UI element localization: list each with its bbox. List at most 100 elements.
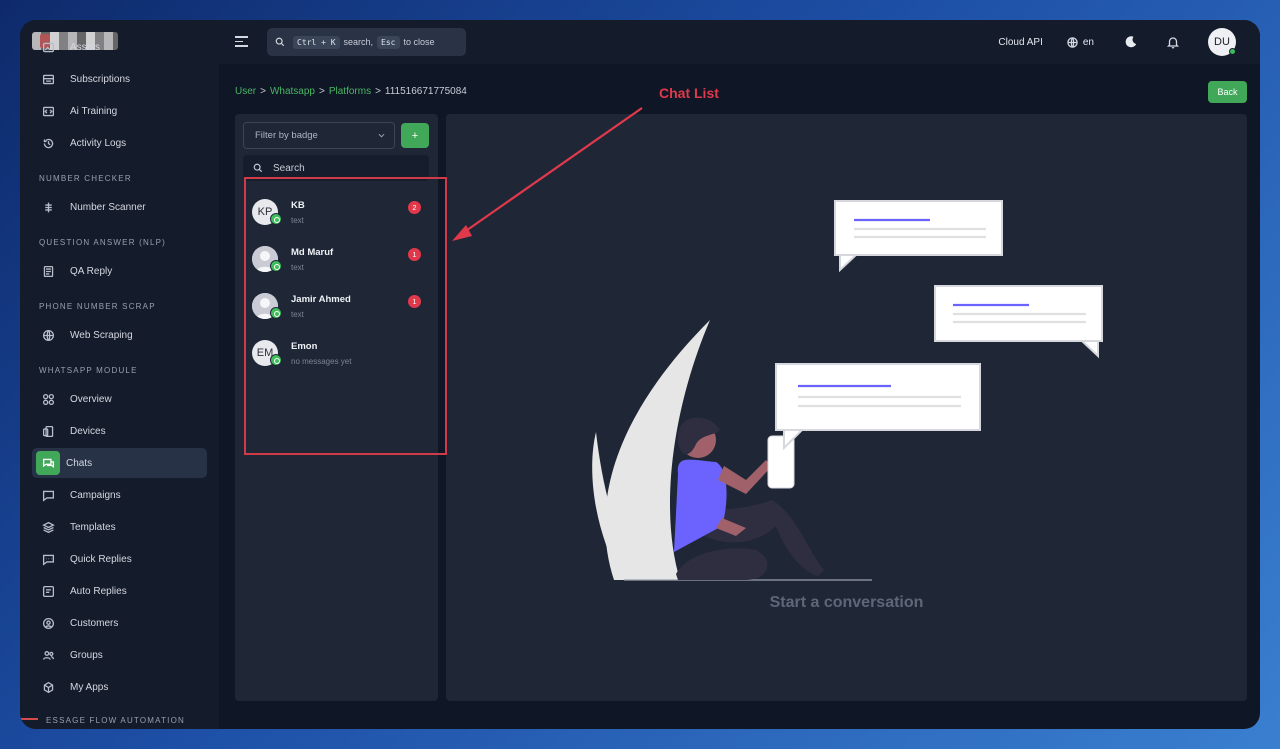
sidebar-item-subscriptions[interactable]: Subscriptions	[32, 64, 207, 94]
globe-icon	[40, 327, 56, 343]
code-icon	[40, 103, 56, 119]
chat-list-item[interactable]: EM Emon no messages yet	[243, 327, 429, 374]
sidebar-item-label: Assets	[70, 41, 101, 53]
laravel-icon	[20, 717, 38, 724]
sidebar-item-label: Web Scraping	[70, 329, 133, 341]
section-message-flow-automation: ESSAGE FLOW AUTOMATION	[20, 716, 185, 725]
sidebar-item-campaigns[interactable]: Campaigns	[32, 480, 207, 510]
cloud-api-link[interactable]: Cloud API	[998, 37, 1042, 48]
chat-list-item[interactable]: KP KB text 2	[243, 186, 429, 233]
chat-list-item[interactable]: Md Maruf text 1	[243, 233, 429, 280]
topbar-actions: Cloud API en DU	[998, 20, 1260, 64]
sidebar-item-customers[interactable]: Customers	[32, 608, 207, 638]
sidebar-item-my-apps[interactable]: My Apps	[32, 672, 207, 702]
image-icon	[40, 39, 56, 55]
shortcut-key: Esc	[377, 35, 400, 49]
language-label: en	[1082, 36, 1094, 48]
chats-icon	[36, 451, 60, 475]
sidebar-item-label: Overview	[70, 393, 112, 405]
history-icon	[40, 135, 56, 151]
sidebar-item-ai-training[interactable]: Ai Training	[32, 96, 207, 126]
start-conversation-text: Start a conversation	[769, 594, 924, 611]
chat-list-annotation-label: Chat List	[659, 85, 719, 101]
layers-icon	[40, 519, 56, 535]
scanner-icon	[40, 199, 56, 215]
contact-name: Jamir Ahmed	[291, 294, 351, 305]
sidebar-item-groups[interactable]: Groups	[32, 640, 207, 670]
breadcrumb-whatsapp[interactable]: Whatsapp	[270, 86, 315, 97]
sidebar-item-label: Subscriptions	[70, 73, 131, 85]
chat-search-field[interactable]	[243, 155, 429, 181]
sidebar-item-quick-replies[interactable]: Quick Replies	[32, 544, 207, 574]
breadcrumb-user[interactable]: User	[235, 86, 256, 97]
filter-by-badge-select[interactable]: Filter by badge	[243, 122, 395, 149]
section-whatsapp-module: WHATSAPP MODULE	[39, 365, 138, 375]
campaign-icon	[40, 487, 56, 503]
globe-icon	[1067, 36, 1078, 48]
conversation-panel: Start a conversation	[446, 114, 1247, 701]
app-window: Assets Subscriptions Ai Training Activit…	[20, 20, 1260, 729]
sidebar-item-label: Chats	[66, 457, 93, 469]
breadcrumb-current: 111516671775084	[384, 86, 467, 97]
search-icon	[253, 163, 263, 173]
last-message-preview: text	[291, 216, 304, 225]
chat-list: KP KB text 2 Md Maruf text 1 Jamir Ahmed…	[243, 186, 429, 374]
breadcrumb: User > Whatsapp > Platforms >111516671775084	[235, 86, 467, 97]
document-icon	[40, 263, 56, 279]
last-message-preview: text	[291, 310, 304, 319]
sidebar-item-qa-reply[interactable]: QA Reply	[32, 256, 207, 286]
sidebar-item-activity-logs[interactable]: Activity Logs	[32, 128, 207, 158]
sidebar-item-templates[interactable]: Templates	[32, 512, 207, 542]
devices-icon	[40, 423, 56, 439]
section-number-checker: NUMBER CHECKER	[39, 173, 132, 183]
whatsapp-icon	[270, 260, 282, 272]
sidebar-item-label: Customers	[70, 617, 119, 629]
user-avatar[interactable]: DU	[1208, 28, 1236, 56]
sidebar-item-assets[interactable]: Assets	[32, 32, 207, 62]
sidebar-item-devices[interactable]: Devices	[32, 416, 207, 446]
breadcrumb-platforms[interactable]: Platforms	[329, 86, 371, 97]
online-status-dot	[1229, 48, 1236, 55]
sidebar-item-chats[interactable]: Chats	[32, 448, 207, 478]
sidebar-item-label: QA Reply	[70, 265, 113, 277]
contact-name: Emon	[291, 341, 318, 352]
quick-reply-icon	[40, 551, 56, 567]
sidebar-nav: Assets Subscriptions Ai Training Activit…	[20, 42, 219, 704]
sidebar-item-label: Quick Replies	[70, 553, 132, 565]
back-button[interactable]: Back	[1208, 81, 1247, 103]
sidebar-item-label: Groups	[70, 649, 103, 661]
empty-conversation-illustration	[592, 200, 1103, 581]
apps-icon	[40, 679, 56, 695]
users-icon	[40, 647, 56, 663]
user-circle-icon	[40, 615, 56, 631]
search-hint: to close	[403, 37, 435, 47]
sidebar-item-overview[interactable]: Overview	[32, 384, 207, 414]
chat-list-panel: Filter by badge + KP KB text 2 Md Maruf	[235, 114, 438, 701]
whatsapp-icon	[270, 213, 282, 225]
add-chat-button[interactable]: +	[401, 123, 429, 148]
sidebar-item-auto-replies[interactable]: Auto Replies	[32, 576, 207, 606]
whatsapp-icon	[270, 354, 282, 366]
last-message-preview: no messages yet	[291, 357, 352, 366]
sidebar-item-web-scraping[interactable]: Web Scraping	[32, 320, 207, 350]
global-search-button[interactable]: Ctrl + K search, Esc to close	[267, 28, 466, 56]
search-icon	[275, 37, 285, 47]
sidebar: Assets Subscriptions Ai Training Activit…	[20, 20, 219, 729]
topbar: Ctrl + K search, Esc to close Cloud API …	[219, 20, 1260, 64]
sidebar-item-number-scanner[interactable]: Number Scanner	[32, 192, 207, 222]
menu-toggle-icon[interactable]	[235, 36, 248, 47]
last-message-preview: text	[291, 263, 304, 272]
sidebar-item-label: My Apps	[70, 681, 109, 693]
notification-bell-icon[interactable]	[1166, 35, 1180, 49]
search-hint: search,	[343, 37, 374, 47]
dark-mode-icon[interactable]	[1124, 35, 1138, 49]
unread-badge: 2	[408, 201, 421, 214]
language-selector[interactable]: en	[1067, 37, 1094, 48]
chat-list-item[interactable]: Jamir Ahmed text 1	[243, 280, 429, 327]
contact-name: Md Maruf	[291, 247, 334, 258]
subscriptions-icon	[40, 71, 56, 87]
unread-badge: 1	[408, 248, 421, 261]
grid-icon	[40, 391, 56, 407]
whatsapp-icon	[270, 307, 282, 319]
chat-search-input[interactable]	[273, 162, 413, 174]
